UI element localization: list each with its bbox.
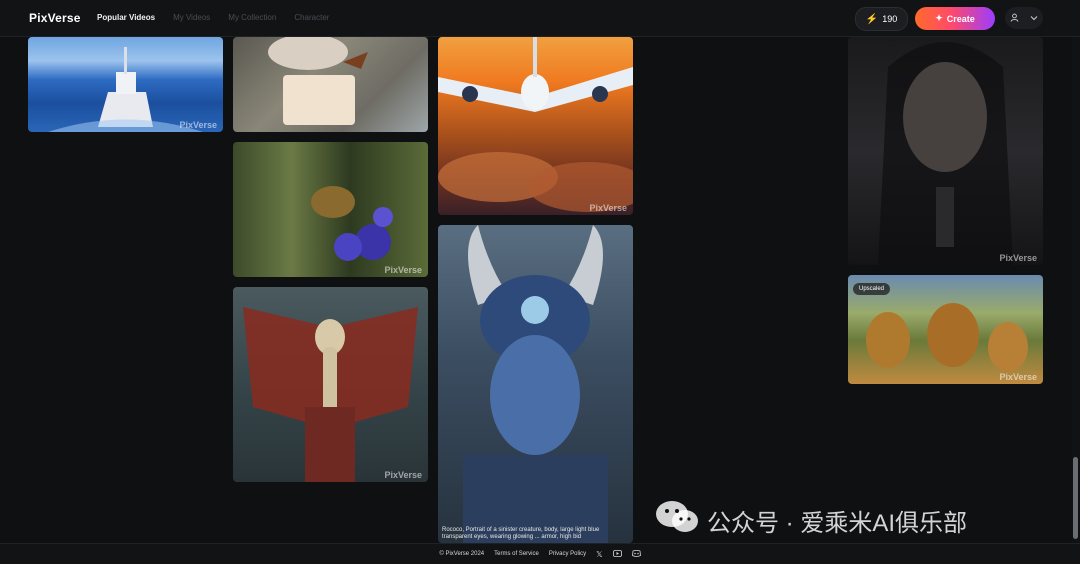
- logo[interactable]: PixVerse: [29, 11, 81, 25]
- nav-popular-videos[interactable]: Popular Videos: [97, 13, 155, 22]
- create-button[interactable]: ✦ Create: [915, 7, 995, 30]
- video-card-dragon-wings[interactable]: PixVerse: [233, 287, 428, 482]
- watermark: PixVerse: [384, 470, 422, 480]
- watermark: PixVerse: [999, 372, 1037, 382]
- discord-icon[interactable]: [631, 549, 641, 559]
- video-card-lions[interactable]: Upscaled PixVerse: [848, 275, 1043, 384]
- privacy-link[interactable]: Privacy Policy: [549, 551, 586, 557]
- brand-watermark: 公众号 · 爱乘米AI俱乐部: [655, 500, 967, 541]
- x-icon[interactable]: 𝕏: [596, 550, 602, 559]
- bird-illustration: [268, 37, 368, 125]
- watermark: PixVerse: [999, 253, 1037, 263]
- chevron-down-icon: [1030, 14, 1038, 23]
- terms-link[interactable]: Terms of Service: [494, 551, 539, 557]
- ship-illustration: [48, 47, 203, 132]
- bee-flower-illustration: [311, 186, 393, 261]
- nav-my-videos[interactable]: My Videos: [173, 13, 210, 22]
- nav-character[interactable]: Character: [294, 13, 329, 22]
- warrior-illustration: [463, 225, 608, 543]
- wechat-icon: [655, 500, 699, 541]
- watermark: PixVerse: [589, 203, 627, 213]
- portrait-illustration: [878, 42, 1013, 265]
- sparkle-icon: ✦: [935, 13, 943, 23]
- watermark: PixVerse: [179, 120, 217, 130]
- video-card-airplane[interactable]: PixVerse: [438, 37, 633, 215]
- video-card-warrior[interactable]: Rococo, Portrait of a sinister creature,…: [438, 225, 633, 543]
- youtube-icon[interactable]: [612, 549, 622, 559]
- bolt-icon: ⚡: [865, 13, 879, 25]
- video-caption: Rococo, Portrait of a sinister creature,…: [442, 527, 600, 540]
- watermark: PixVerse: [384, 265, 422, 275]
- video-card-bee[interactable]: PixVerse: [233, 142, 428, 277]
- video-card-ship[interactable]: PixVerse: [28, 37, 223, 132]
- nav-my-collection[interactable]: My Collection: [228, 13, 276, 22]
- main-nav: Popular Videos My Videos My Collection C…: [97, 13, 329, 22]
- credits-button[interactable]: ⚡ 190: [855, 7, 908, 31]
- top-bar: PixVerse Popular Videos My Videos My Col…: [0, 0, 1080, 37]
- account-menu-button[interactable]: [1005, 7, 1043, 29]
- upscaled-badge: Upscaled: [853, 283, 891, 295]
- copyright: © PixVerse 2024: [439, 551, 485, 557]
- airplane-illustration: [438, 37, 633, 212]
- scrollbar-thumb[interactable]: [1073, 457, 1078, 539]
- dragon-wings-illustration: [243, 307, 418, 482]
- brand-text: 公众号 · 爱乘米AI俱乐部: [707, 510, 968, 537]
- video-card-portrait[interactable]: PixVerse: [848, 37, 1043, 265]
- footer: © PixVerse 2024 Terms of Service Privacy…: [0, 543, 1080, 564]
- video-card-bird[interactable]: [233, 37, 428, 132]
- credits-count: 190: [882, 14, 898, 24]
- user-icon: [1010, 13, 1019, 24]
- create-label: Create: [946, 13, 975, 24]
